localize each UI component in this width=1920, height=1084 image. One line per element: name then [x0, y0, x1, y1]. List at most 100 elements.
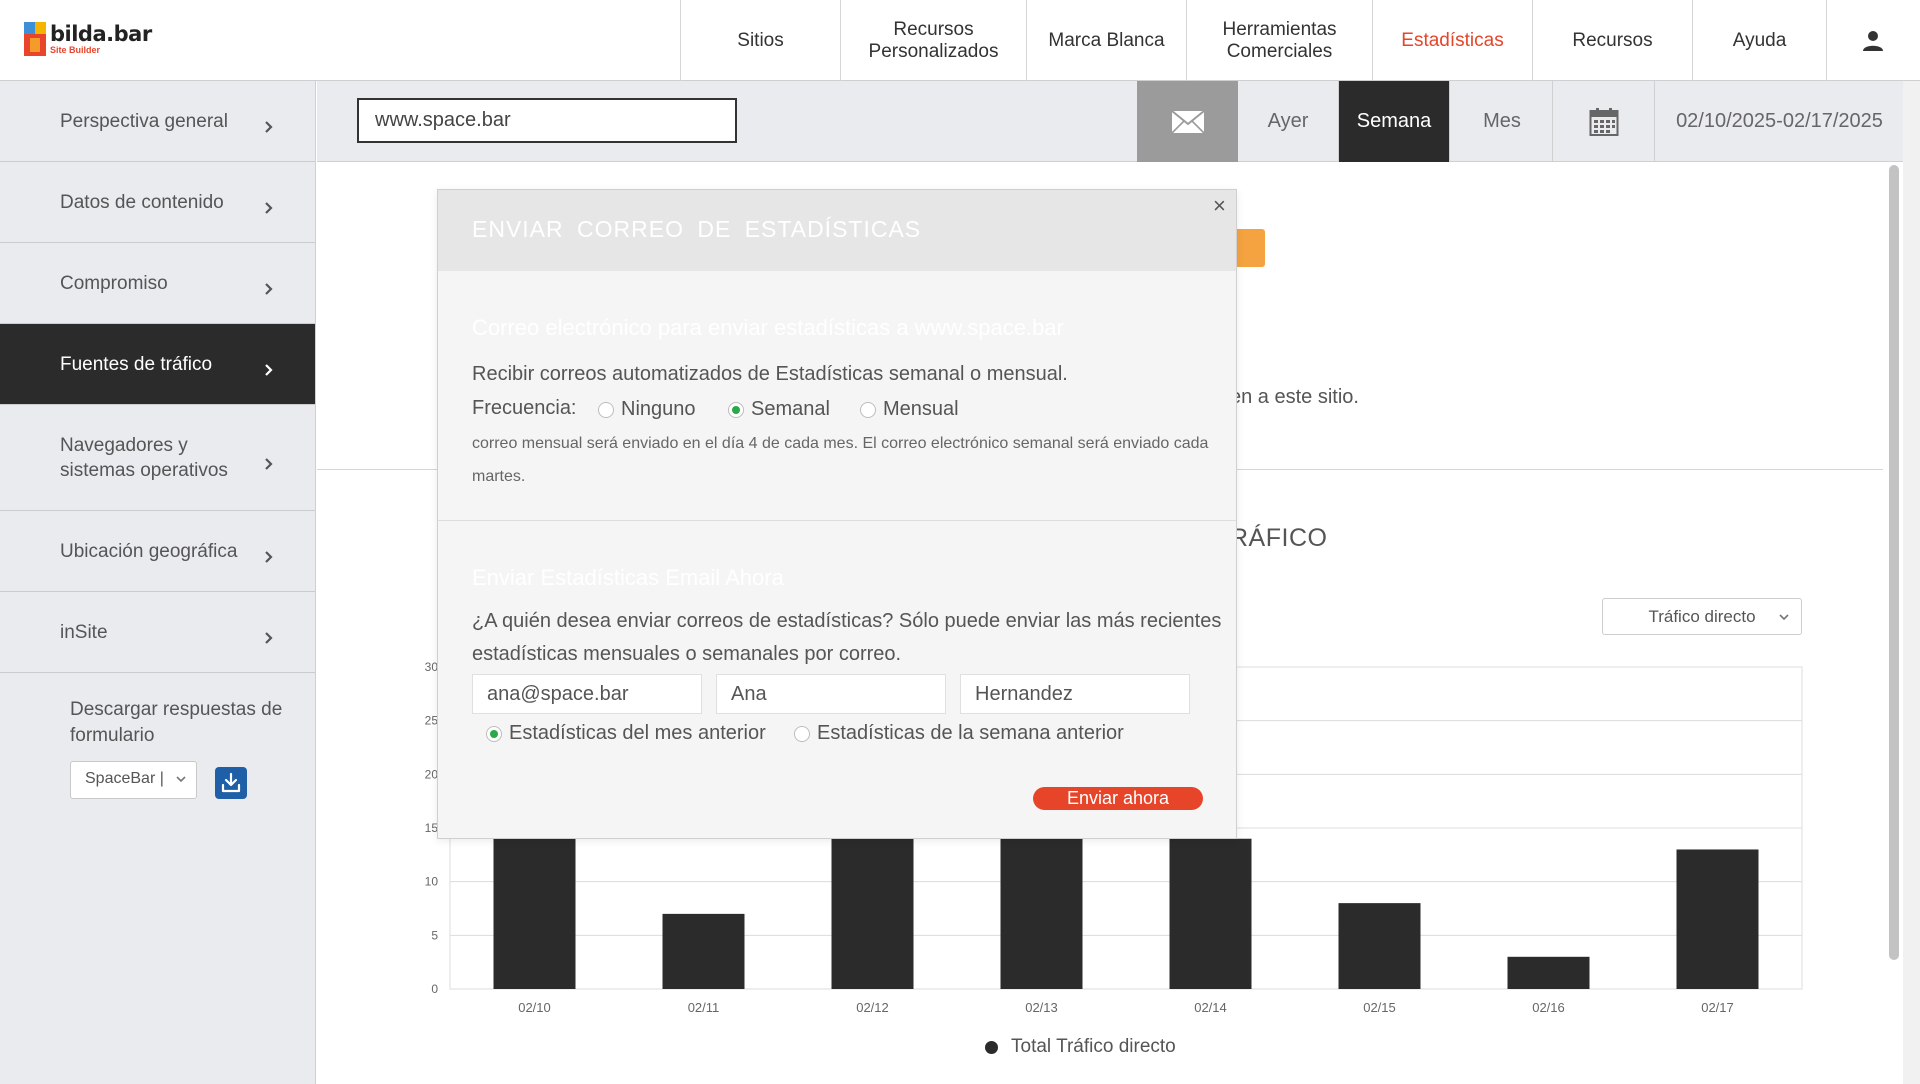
page-scrollbar-thumb[interactable]	[1889, 165, 1899, 960]
envelope-icon	[1170, 109, 1205, 134]
stats-period-option-month[interactable]: Estadísticas del mes anterior	[486, 722, 766, 745]
sidebar-item-label: Compromiso	[60, 272, 168, 294]
y-tick-label: 5	[431, 928, 438, 942]
stats-period-option-week[interactable]: Estadísticas de la semana anterior	[794, 722, 1124, 745]
bar-02-13[interactable]	[1000, 838, 1083, 989]
date-range[interactable]: 02/10/2025-02/17/2025	[1656, 81, 1903, 162]
logo-name: bilda.bar	[50, 22, 152, 46]
frequency-option-semanal[interactable]: Semanal	[728, 398, 830, 421]
sidebar-item-insite[interactable]: inSite	[0, 592, 315, 673]
period-tab-mes[interactable]: Mes	[1452, 81, 1553, 162]
sidebar-item-perspectiva-general[interactable]: Perspectiva general	[0, 81, 315, 162]
user-menu-button[interactable]	[1826, 0, 1918, 81]
logo-mark-icon	[24, 22, 46, 56]
frequency-note: correo mensual será enviado en el día 4 …	[472, 435, 1209, 485]
send-now-button[interactable]: Enviar ahora	[1033, 787, 1203, 810]
site-input[interactable]	[357, 98, 737, 143]
sidebar-item-datos-de-contenido[interactable]: Datos de contenido	[0, 162, 315, 243]
chevron-right-icon	[264, 196, 274, 214]
download-button[interactable]	[215, 767, 247, 799]
nav-item-sitios[interactable]: Sitios	[680, 0, 840, 81]
bar-02-15[interactable]	[1338, 903, 1421, 989]
sidebar-item-label: Navegadores y sistemas operativos	[60, 434, 228, 481]
first-name-field[interactable]	[716, 674, 946, 714]
sidebar-item-label: Fuentes de tráfico	[60, 353, 213, 375]
x-tick-label: 02/10	[518, 1000, 551, 1015]
logo[interactable]: bilda.bar Site Builder	[24, 22, 164, 58]
email-stats-button[interactable]	[1137, 81, 1238, 162]
nav-item-recursos-personalizados[interactable]: Recursos Personalizados	[840, 0, 1026, 81]
stats-toolbar: 02/10/2025-02/17/2025 AyerSemanaMes	[317, 81, 1903, 162]
sidebar-item-label: inSite	[60, 621, 108, 643]
sidebar-item-navegadores-y-sistemas-operativos[interactable]: Navegadores y sistemas operativos	[0, 405, 315, 511]
x-tick-label: 02/16	[1532, 1000, 1565, 1015]
traffic-description: en a este sitio.	[1230, 386, 1359, 408]
nav-item-ayuda[interactable]: Ayuda	[1692, 0, 1826, 81]
bar-02-10[interactable]	[493, 838, 576, 989]
bar-02-16[interactable]	[1507, 956, 1590, 989]
x-tick-label: 02/14	[1194, 1000, 1227, 1015]
traffic-type-value: Tráfico directo	[1648, 606, 1756, 626]
nav-item-recursos[interactable]: Recursos	[1532, 0, 1692, 81]
legend-label: Total Tráfico directo	[1011, 1036, 1176, 1057]
send-now-section-title: Enviar Estadísticas Email Ahora	[472, 565, 784, 590]
chevron-right-icon	[264, 545, 274, 563]
period-tab-semana[interactable]: Semana	[1339, 81, 1450, 162]
x-tick-label: 02/11	[688, 1000, 720, 1015]
nav-item-herramientas-comerciales[interactable]: Herramientas Comerciales	[1186, 0, 1372, 81]
close-icon[interactable]: ×	[1213, 194, 1226, 218]
chart-heading: RÁFICO	[1230, 524, 1328, 552]
radio-icon[interactable]	[860, 401, 876, 418]
sidebar-item-fuentes-de-trafico[interactable]: Fuentes de tráfico	[0, 324, 315, 405]
y-tick-label: 10	[425, 875, 439, 889]
stats-period-option-label: Estadísticas de la semana anterior	[817, 722, 1124, 744]
modal-divider	[438, 520, 1236, 521]
frequency-label: Frecuencia:	[472, 397, 577, 419]
sidebar-item-label: Ubicación geográfica	[60, 540, 238, 562]
chevron-right-icon	[264, 452, 274, 470]
bar-02-17[interactable]	[1676, 849, 1759, 989]
traffic-type-select[interactable]: Tráfico directo	[1602, 598, 1802, 635]
email-field[interactable]	[472, 674, 702, 714]
chevron-down-icon	[1779, 614, 1789, 621]
frequency-option-ninguno[interactable]: Ninguno	[598, 398, 696, 421]
frequency-option-label: Mensual	[883, 398, 959, 420]
nav-item-marca-blanca[interactable]: Marca Blanca	[1026, 0, 1186, 81]
bar-02-12[interactable]	[831, 838, 914, 989]
bar-02-11[interactable]	[662, 913, 745, 989]
modal-header: ENVIAR CORREO DE ESTADÍSTICAS	[438, 190, 1236, 271]
sidebar-item-label: Datos de contenido	[60, 191, 224, 213]
calendar-button[interactable]	[1553, 81, 1655, 162]
chevron-right-icon	[264, 277, 274, 295]
legend-dot-icon	[985, 1040, 998, 1054]
radio-icon[interactable]	[486, 725, 502, 742]
radio-icon[interactable]	[794, 725, 810, 742]
form-select[interactable]: SpaceBar |	[70, 761, 197, 799]
logo-subtitle: Site Builder	[50, 45, 101, 55]
x-tick-label: 02/15	[1363, 1000, 1396, 1015]
x-tick-label: 02/12	[856, 1000, 889, 1015]
stats-period-option-label: Estadísticas del mes anterior	[509, 722, 766, 744]
frequency-option-label: Semanal	[751, 398, 830, 420]
sidebar-item-compromiso[interactable]: Compromiso	[0, 243, 315, 324]
page-scrollbar[interactable]	[1903, 81, 1920, 1084]
radio-icon[interactable]	[598, 401, 614, 418]
frequency-option-mensual[interactable]: Mensual	[860, 398, 959, 421]
auto-email-text: Recibir correos automatizados de Estadís…	[472, 363, 1068, 385]
chevron-right-icon	[264, 115, 274, 133]
bar-02-14[interactable]	[1169, 838, 1252, 989]
send-question: ¿A quién desea enviar correos de estadís…	[472, 610, 1222, 665]
radio-icon[interactable]	[728, 401, 744, 418]
sidebar: Perspectiva general Datos de contenido Com…	[0, 81, 316, 1084]
form-select-value: SpaceBar |	[85, 770, 164, 787]
chevron-right-icon	[264, 358, 274, 376]
sidebar-item-ubicacion-geografica[interactable]: Ubicación geográfica	[0, 511, 315, 592]
nav-item-estadisticas[interactable]: Estadísticas	[1372, 0, 1532, 81]
chevron-down-icon	[176, 776, 186, 783]
x-tick-label: 02/13	[1025, 1000, 1058, 1015]
period-tab-ayer[interactable]: Ayer	[1238, 81, 1339, 162]
last-name-field[interactable]	[960, 674, 1190, 714]
y-tick-label: 0	[431, 982, 438, 996]
calendar-icon	[1589, 107, 1618, 136]
modal-title: ENVIAR CORREO DE ESTADÍSTICAS	[472, 216, 922, 242]
